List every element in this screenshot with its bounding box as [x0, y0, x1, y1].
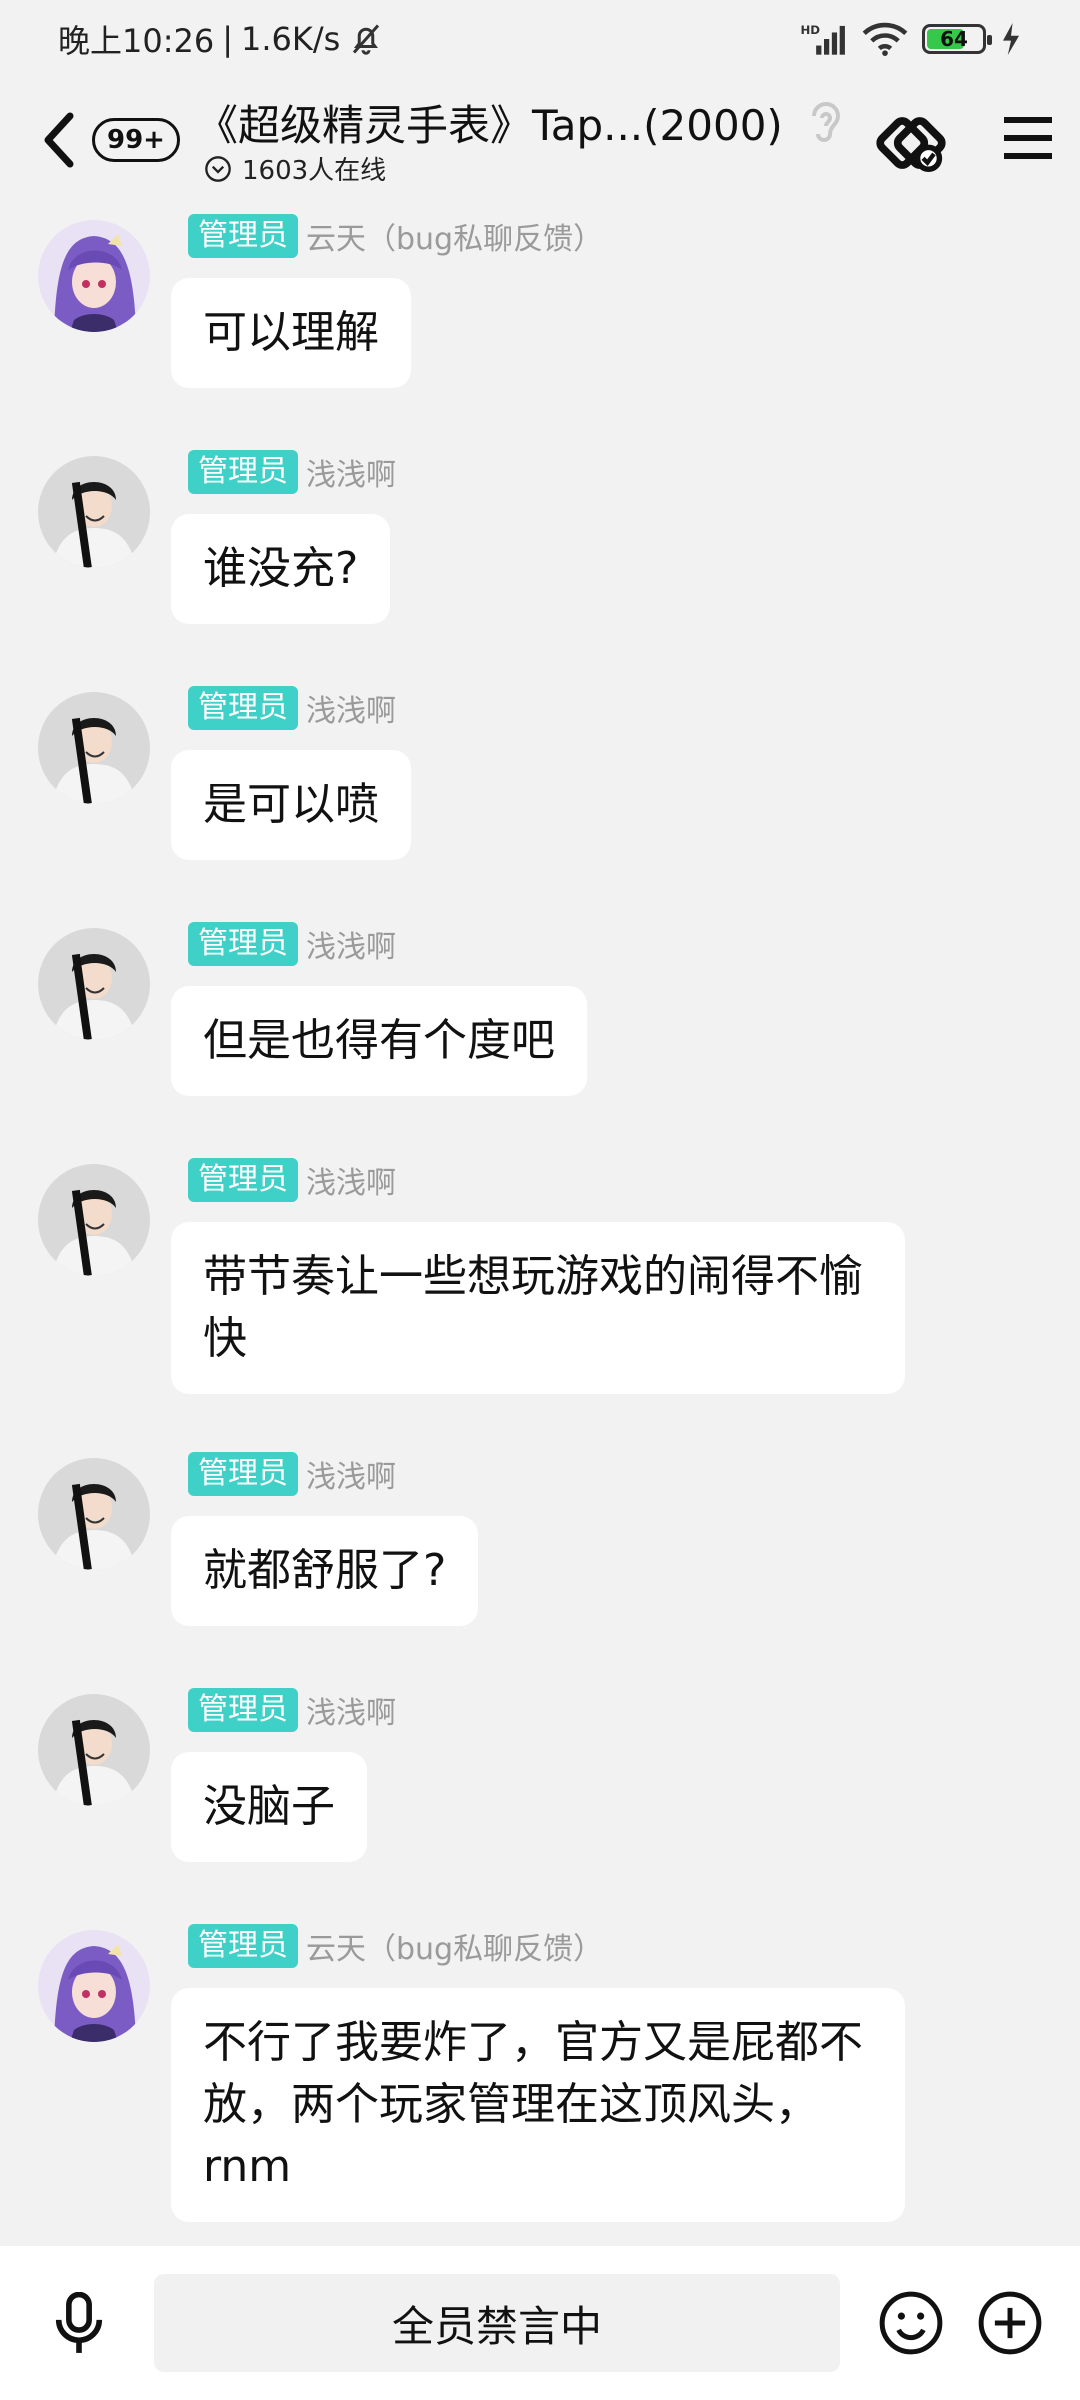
message-item: 管理员 浅浅啊 是可以喷 — [0, 686, 1080, 866]
admin-badge: 管理员 — [188, 1158, 298, 1202]
input-bar: 全员禁言中 — [0, 2246, 1080, 2400]
sender-name[interactable]: 浅浅啊 — [306, 686, 396, 730]
message-item: 管理员 浅浅啊 但是也得有个度吧 — [0, 922, 1080, 1102]
message-item: 管理员 浅浅啊 就都舒服了? — [0, 1452, 1080, 1632]
plus-circle-icon[interactable] — [977, 2290, 1043, 2356]
message-bubble[interactable]: 没脑子 — [171, 1752, 367, 1862]
avatar[interactable] — [38, 1164, 150, 1276]
sender-name[interactable]: 浅浅啊 — [306, 922, 396, 966]
message-bubble[interactable]: 但是也得有个度吧 — [171, 986, 587, 1096]
status-time: 晚上10:26 — [58, 22, 215, 60]
chevron-down-circle-icon — [205, 155, 231, 182]
unread-badge[interactable]: 99+ — [92, 118, 180, 162]
message-meta: 管理员 浅浅啊 — [188, 686, 396, 730]
message-bubble[interactable]: 就都舒服了? — [171, 1516, 479, 1626]
message-item: 管理员 云天（bug私聊反馈） 可以理解 — [0, 214, 1080, 394]
message-bubble[interactable]: 可以理解 — [171, 278, 411, 388]
message-list[interactable]: 管理员 云天（bug私聊反馈） 可以理解 管理员 浅浅啊 谁没充? 管理员 浅浅… — [0, 206, 1080, 2246]
signal-icon: HD — [800, 23, 845, 55]
online-count[interactable]: 1603人在线 — [204, 150, 386, 187]
avatar[interactable] — [38, 1930, 150, 2042]
chat-header: 99+ 《超级精灵手表》Tap...(2000) 1603人在线 — [0, 78, 1080, 206]
status-separator: | — [222, 20, 234, 58]
admin-badge: 管理员 — [188, 922, 298, 966]
admin-badge: 管理员 — [188, 1924, 298, 1968]
message-meta: 管理员 浅浅啊 — [188, 1688, 396, 1732]
battery-icon: 64 — [922, 24, 992, 54]
message-meta: 管理员 浅浅啊 — [188, 450, 396, 494]
network-label: HD — [800, 23, 820, 37]
avatar[interactable] — [38, 456, 150, 568]
avatar[interactable] — [38, 1694, 150, 1806]
message-meta: 管理员 云天（bug私聊反馈） — [188, 214, 603, 258]
message-item: 管理员 浅浅啊 没脑子 — [0, 1688, 1080, 1868]
status-bar: 晚上10:26 | 1.6K/s HD 64 — [0, 0, 1080, 78]
sender-name[interactable]: 云天（bug私聊反馈） — [306, 1924, 603, 1968]
status-speed: 1.6K/s — [241, 20, 341, 58]
message-item: 管理员 云天（bug私聊反馈） 不行了我要炸了，官方又是屁都不放，两个玩家管理在… — [0, 1924, 1080, 2234]
sender-name[interactable]: 浅浅啊 — [306, 1452, 396, 1496]
back-icon[interactable] — [36, 108, 84, 172]
menu-icon[interactable] — [1000, 110, 1056, 166]
message-meta: 管理员 浅浅啊 — [188, 1452, 396, 1496]
admin-badge: 管理员 — [188, 450, 298, 494]
message-bubble[interactable]: 是可以喷 — [171, 750, 411, 860]
avatar[interactable] — [38, 220, 150, 332]
wifi-icon — [862, 22, 908, 56]
charging-icon — [1003, 23, 1019, 55]
message-meta: 管理员 浅浅啊 — [188, 922, 396, 966]
bell-off-icon — [353, 24, 380, 55]
message-meta: 管理员 浅浅啊 — [188, 1158, 396, 1202]
avatar[interactable] — [38, 1458, 150, 1570]
group-title[interactable]: 《超级精灵手表》Tap...(2000) — [196, 92, 783, 153]
avatar[interactable] — [38, 928, 150, 1040]
message-bubble[interactable]: 谁没充? — [171, 514, 391, 624]
sender-name[interactable]: 浅浅啊 — [306, 1158, 396, 1202]
message-bubble[interactable]: 不行了我要炸了，官方又是屁都不放，两个玩家管理在这顶风头，rnm — [171, 1988, 905, 2222]
online-count-label: 1603人在线 — [242, 156, 387, 186]
ear-icon[interactable] — [804, 98, 844, 146]
admin-badge: 管理员 — [188, 214, 298, 258]
message-bubble[interactable]: 带节奏让一些想玩游戏的闹得不愉快 — [171, 1222, 905, 1394]
battery-level: 64 — [940, 27, 968, 51]
admin-badge: 管理员 — [188, 1688, 298, 1732]
admin-badge: 管理员 — [188, 686, 298, 730]
sender-name[interactable]: 云天（bug私聊反馈） — [306, 214, 603, 258]
avatar[interactable] — [38, 692, 150, 804]
sender-name[interactable]: 浅浅啊 — [306, 450, 396, 494]
microphone-icon[interactable] — [48, 2292, 110, 2358]
message-item: 管理员 浅浅啊 谁没充? — [0, 450, 1080, 630]
sender-name[interactable]: 浅浅啊 — [306, 1688, 396, 1732]
message-meta: 管理员 云天（bug私聊反馈） — [188, 1924, 603, 1968]
admin-badge: 管理员 — [188, 1452, 298, 1496]
message-item: 管理员 浅浅啊 带节奏让一些想玩游戏的闹得不愉快 — [0, 1158, 1080, 1398]
muted-input-field[interactable]: 全员禁言中 — [154, 2274, 840, 2372]
emoji-icon[interactable] — [878, 2290, 944, 2356]
link-icon[interactable] — [876, 108, 946, 178]
